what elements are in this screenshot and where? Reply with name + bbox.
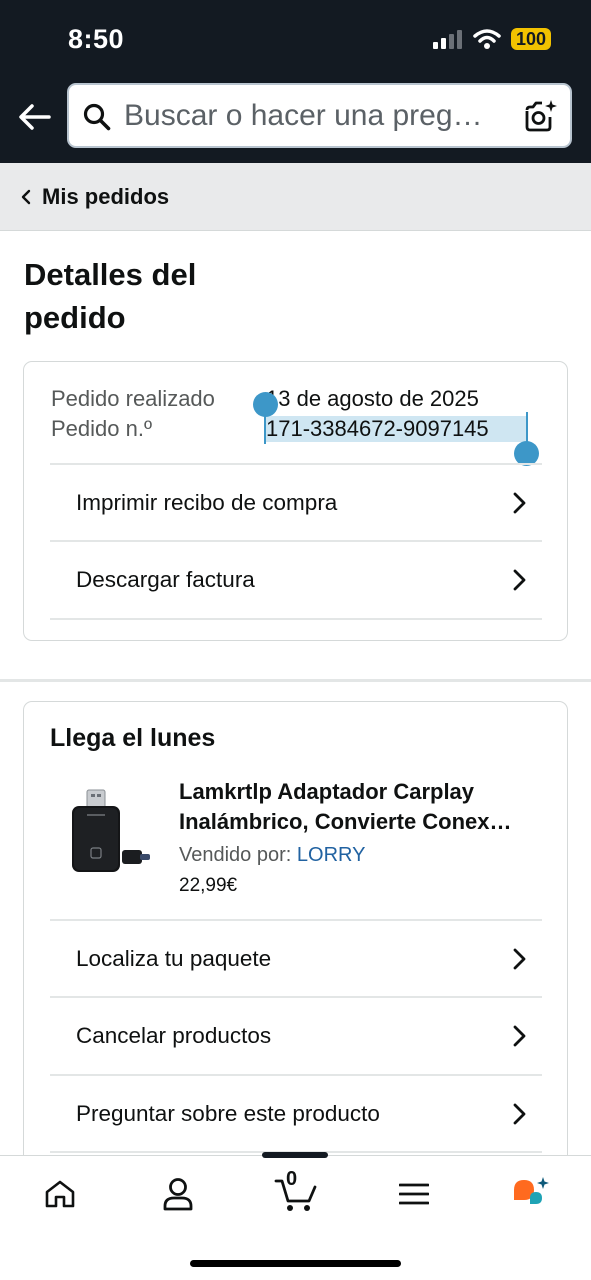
download-invoice-label: Descargar factura xyxy=(76,566,255,592)
ask-product-question-row[interactable]: Preguntar sobre este producto xyxy=(50,1074,542,1151)
battery-indicator: 100 xyxy=(510,28,551,50)
product-title-line1[interactable]: Lamkrtlp Adaptador Carplay xyxy=(179,777,549,807)
chevron-right-icon xyxy=(513,569,526,590)
order-date-label: Pedido realizado xyxy=(51,386,215,411)
home-indicator xyxy=(190,1260,401,1267)
print-receipt-label: Imprimir recibo de compra xyxy=(76,489,338,515)
cart-count-badge: 0 xyxy=(286,1168,298,1190)
page-title: Detalles del pedido xyxy=(24,257,197,335)
product-price: 22,99€ xyxy=(179,875,238,896)
cancel-products-row[interactable]: Cancelar productos xyxy=(50,996,542,1073)
bottom-tab-bar: 0 xyxy=(0,1152,591,1280)
tab-account[interactable] xyxy=(148,1172,208,1216)
delivery-heading: Llega el lunes xyxy=(50,724,216,752)
tab-menu[interactable] xyxy=(384,1172,444,1216)
user-icon xyxy=(163,1178,193,1211)
wifi-icon xyxy=(473,29,501,49)
cancel-products-label: Cancelar productos xyxy=(76,1022,272,1048)
track-package-row[interactable]: Localiza tu paquete xyxy=(50,919,542,996)
breadcrumb[interactable]: Mis pedidos xyxy=(0,163,591,231)
signal-icon xyxy=(432,30,462,49)
active-tab-indicator xyxy=(262,1152,328,1158)
selection-handle-left[interactable] xyxy=(253,392,278,417)
order-date-value: 13 de agosto de 2025 xyxy=(266,386,479,411)
product-image[interactable] xyxy=(64,780,154,876)
card-divider xyxy=(50,618,542,620)
seller-info: Vendido por: LORRY xyxy=(179,844,365,867)
product-title[interactable]: Lamkrtlp Adaptador Carplay Inalámbrico, … xyxy=(179,777,549,837)
search-icon xyxy=(83,103,111,131)
tab-home[interactable] xyxy=(30,1172,90,1216)
order-number-label: Pedido n.º xyxy=(51,416,152,441)
rufus-assistant-icon xyxy=(514,1177,549,1204)
chevron-left-icon xyxy=(21,189,31,204)
download-invoice-row[interactable]: Descargar factura xyxy=(50,540,542,617)
menu-icon xyxy=(399,1183,429,1205)
chevron-right-icon xyxy=(513,1103,526,1124)
back-arrow-icon[interactable] xyxy=(17,99,53,135)
tab-rufus-assistant[interactable] xyxy=(502,1172,562,1216)
shipment-card: Llega el lunes Lamkrtlp Adaptador Carpla… xyxy=(23,701,568,1171)
order-number-row: Pedido n.º 171-3384672-9097145 xyxy=(51,414,489,444)
section-divider xyxy=(0,679,591,682)
chevron-right-icon xyxy=(513,948,526,969)
status-bar: 8:50 100 xyxy=(0,0,591,80)
chevron-right-icon xyxy=(513,1025,526,1046)
breadcrumb-label[interactable]: Mis pedidos xyxy=(42,184,169,210)
selection-handle-right-line xyxy=(526,412,528,444)
ask-product-question-label: Preguntar sobre este producto xyxy=(76,1100,380,1126)
product-title-line2[interactable]: Inalámbrico, Convierte Conex… xyxy=(179,807,549,837)
print-receipt-row[interactable]: Imprimir recibo de compra xyxy=(50,463,542,540)
seller-link[interactable]: LORRY xyxy=(297,844,366,866)
search-box[interactable] xyxy=(67,83,572,148)
search-input[interactable] xyxy=(124,85,514,146)
search-header xyxy=(0,80,591,163)
tab-cart[interactable]: 0 xyxy=(266,1168,326,1216)
camera-search-icon[interactable] xyxy=(524,99,558,133)
track-package-label: Localiza tu paquete xyxy=(76,945,272,971)
home-icon xyxy=(45,1180,75,1208)
order-info-card: Pedido realizado 13 de agosto de 2025 Pe… xyxy=(23,361,568,641)
order-number-value[interactable]: 171-3384672-9097145 xyxy=(266,414,489,444)
status-icons: 100 xyxy=(432,28,551,50)
chevron-right-icon xyxy=(513,492,526,513)
status-time: 8:50 xyxy=(68,24,125,54)
seller-label: Vendido por: xyxy=(179,844,292,866)
